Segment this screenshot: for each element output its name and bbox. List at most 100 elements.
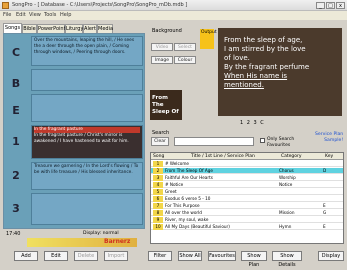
cell-title: All over the world — [165, 210, 202, 215]
table-row[interactable]: 7 For This Purpose E — [151, 203, 343, 209]
tab-media[interactable]: Media — [97, 24, 113, 33]
col-header-title[interactable]: Title / 1st Line / Service Plan — [191, 154, 255, 159]
menu-edit[interactable]: Edit — [16, 12, 26, 18]
song-panel: Songs Bible PowerPoint Liturgy Alert Med… — [3, 22, 145, 260]
minimize-button[interactable]: _ — [316, 2, 325, 9]
edit-button[interactable]: Edit — [44, 251, 68, 261]
cell-num: 9 — [153, 217, 163, 223]
colour-button[interactable]: Colour — [174, 56, 196, 64]
tab-alert[interactable]: Alert — [83, 24, 97, 33]
cell-title: River, my soul, wake — [165, 217, 209, 222]
cell-key: E — [323, 203, 326, 208]
tab-bar: Songs Bible PowerPoint Liturgy Alert Med… — [3, 23, 145, 33]
output-preview-strip: Barnerz — [27, 238, 137, 247]
only-search-label: Only Search — [267, 137, 295, 142]
verse-text: In the fragrant pasture / Christ's mirro… — [34, 133, 129, 144]
projection-preview: From the sleep of age, I am stirred by t… — [218, 28, 342, 116]
preview-strip-text: Barnerz — [104, 238, 131, 245]
menu-view[interactable]: View — [29, 12, 41, 18]
section-letter: 3 — [12, 202, 20, 215]
menu-file[interactable]: File — [3, 12, 11, 18]
only-search-checkbox[interactable] — [260, 138, 265, 143]
menu-tools[interactable]: Tools — [44, 12, 56, 18]
song-table: Song Title / 1st Line / Service Plan Cat… — [150, 152, 344, 244]
background-thumbnail[interactable]: From The Sleep Of — [150, 90, 182, 120]
col-header-category[interactable]: Category — [281, 154, 302, 159]
cell-num: 10 — [153, 224, 163, 230]
cell-num: 2 — [153, 168, 163, 174]
cell-num: 6 — [153, 196, 163, 202]
verse-box[interactable]: Treasure we garnering / In the Lord's fl… — [31, 162, 143, 190]
cell-key: G — [323, 210, 327, 215]
filter-button[interactable]: Filter — [148, 251, 172, 261]
cell-category: Notice — [279, 182, 293, 187]
table-row[interactable]: 2 From The Sleep Of Age Chorus D — [151, 168, 343, 174]
image-button[interactable]: Image — [151, 56, 173, 64]
verse-pager[interactable]: 1 2 3 C — [240, 120, 265, 126]
table-row[interactable]: 1 # Welcome — [151, 161, 343, 167]
import-button[interactable]: Import — [104, 251, 128, 261]
clear-button[interactable]: Clear — [151, 137, 169, 146]
cell-num: 3 — [153, 175, 163, 181]
window-title: SongPro - [ Database - C:\Users\Projects… — [12, 2, 188, 8]
app-icon — [2, 2, 9, 9]
cell-num: 4 — [153, 182, 163, 188]
section-letter: B — [11, 77, 21, 90]
service-plan-links: Service Plan Sample! — [315, 132, 343, 144]
cell-title: All My Days (Beautiful Saviour) — [165, 224, 230, 229]
close-button[interactable]: x — [336, 2, 345, 9]
table-row[interactable]: 4 # Notice Notice — [151, 182, 343, 188]
tab-liturgy[interactable]: Liturgy — [65, 24, 83, 33]
show-all-button[interactable]: Show All — [178, 251, 202, 261]
table-row[interactable]: 9 River, my soul, wake — [151, 217, 343, 223]
cell-title: Exodus 6 verse 5 - 10 — [165, 196, 211, 201]
verse-box[interactable] — [31, 193, 143, 225]
search-area: Search Clear Only Search Favourites Serv… — [150, 130, 344, 152]
verse-box[interactable]: Over the mountains, leaping the hill, / … — [31, 36, 143, 66]
section-letter: E — [12, 104, 20, 117]
cell-num: 7 — [153, 203, 163, 209]
verse-box-selected[interactable]: In the fragrant pasture In the fragrant … — [31, 125, 143, 159]
table-row[interactable]: 5 Greet — [151, 189, 343, 195]
cell-title: For This Purpose — [165, 203, 200, 208]
display-button[interactable]: Display — [318, 251, 344, 261]
table-header: Song Title / 1st Line / Service Plan Cat… — [151, 153, 343, 160]
cell-category: Worship — [279, 175, 296, 180]
cell-num: 5 — [153, 189, 163, 195]
search-input[interactable] — [174, 137, 254, 146]
table-row[interactable]: 6 Exodus 6 verse 5 - 10 — [151, 196, 343, 202]
cell-title: # Notice — [165, 182, 184, 187]
table-row[interactable]: 3 Faithful Are Our Hearts Worship — [151, 175, 343, 181]
tab-powerpoint[interactable]: PowerPoint — [37, 24, 66, 33]
sample-link[interactable]: Sample! — [315, 138, 343, 144]
cell-key: E — [323, 224, 326, 229]
show-plan-button[interactable]: Show Plan — [241, 251, 267, 268]
favourites-label: Favourites — [267, 143, 291, 148]
cell-category: Hymn — [279, 224, 292, 229]
favourites-button[interactable]: Favourites — [208, 251, 236, 261]
table-row[interactable]: 8 All over the world Mission G — [151, 210, 343, 216]
col-header-song[interactable]: Song — [153, 154, 164, 159]
video-button[interactable]: Video — [151, 43, 173, 51]
output-label: Output — [201, 30, 217, 35]
table-row[interactable]: 10 All My Days (Beautiful Saviour) Hymn E — [151, 224, 343, 230]
search-label: Search — [152, 130, 170, 136]
add-button[interactable]: Add — [14, 251, 38, 261]
cell-title: From The Sleep Of Age — [165, 168, 213, 173]
cell-title: # Welcome — [165, 161, 189, 166]
preview-line: I am stirred by the love — [224, 45, 306, 53]
section-letter: C — [11, 46, 21, 59]
select-button[interactable]: Select — [174, 43, 196, 51]
verse-box[interactable] — [31, 94, 143, 122]
preview-line: From the sleep of age, — [224, 36, 303, 44]
show-details-button[interactable]: Show Details — [272, 251, 302, 268]
delete-button[interactable]: Delete — [74, 251, 98, 261]
menu-help[interactable]: Help — [60, 12, 71, 18]
maximize-button[interactable]: □ — [326, 2, 335, 9]
tab-bible[interactable]: Bible — [22, 24, 37, 33]
tab-songs[interactable]: Songs — [3, 23, 22, 33]
preview-line: mentioned. — [224, 81, 264, 89]
cell-num: 8 — [153, 210, 163, 216]
col-header-key[interactable]: Key — [325, 154, 333, 159]
verse-box[interactable] — [31, 69, 143, 91]
